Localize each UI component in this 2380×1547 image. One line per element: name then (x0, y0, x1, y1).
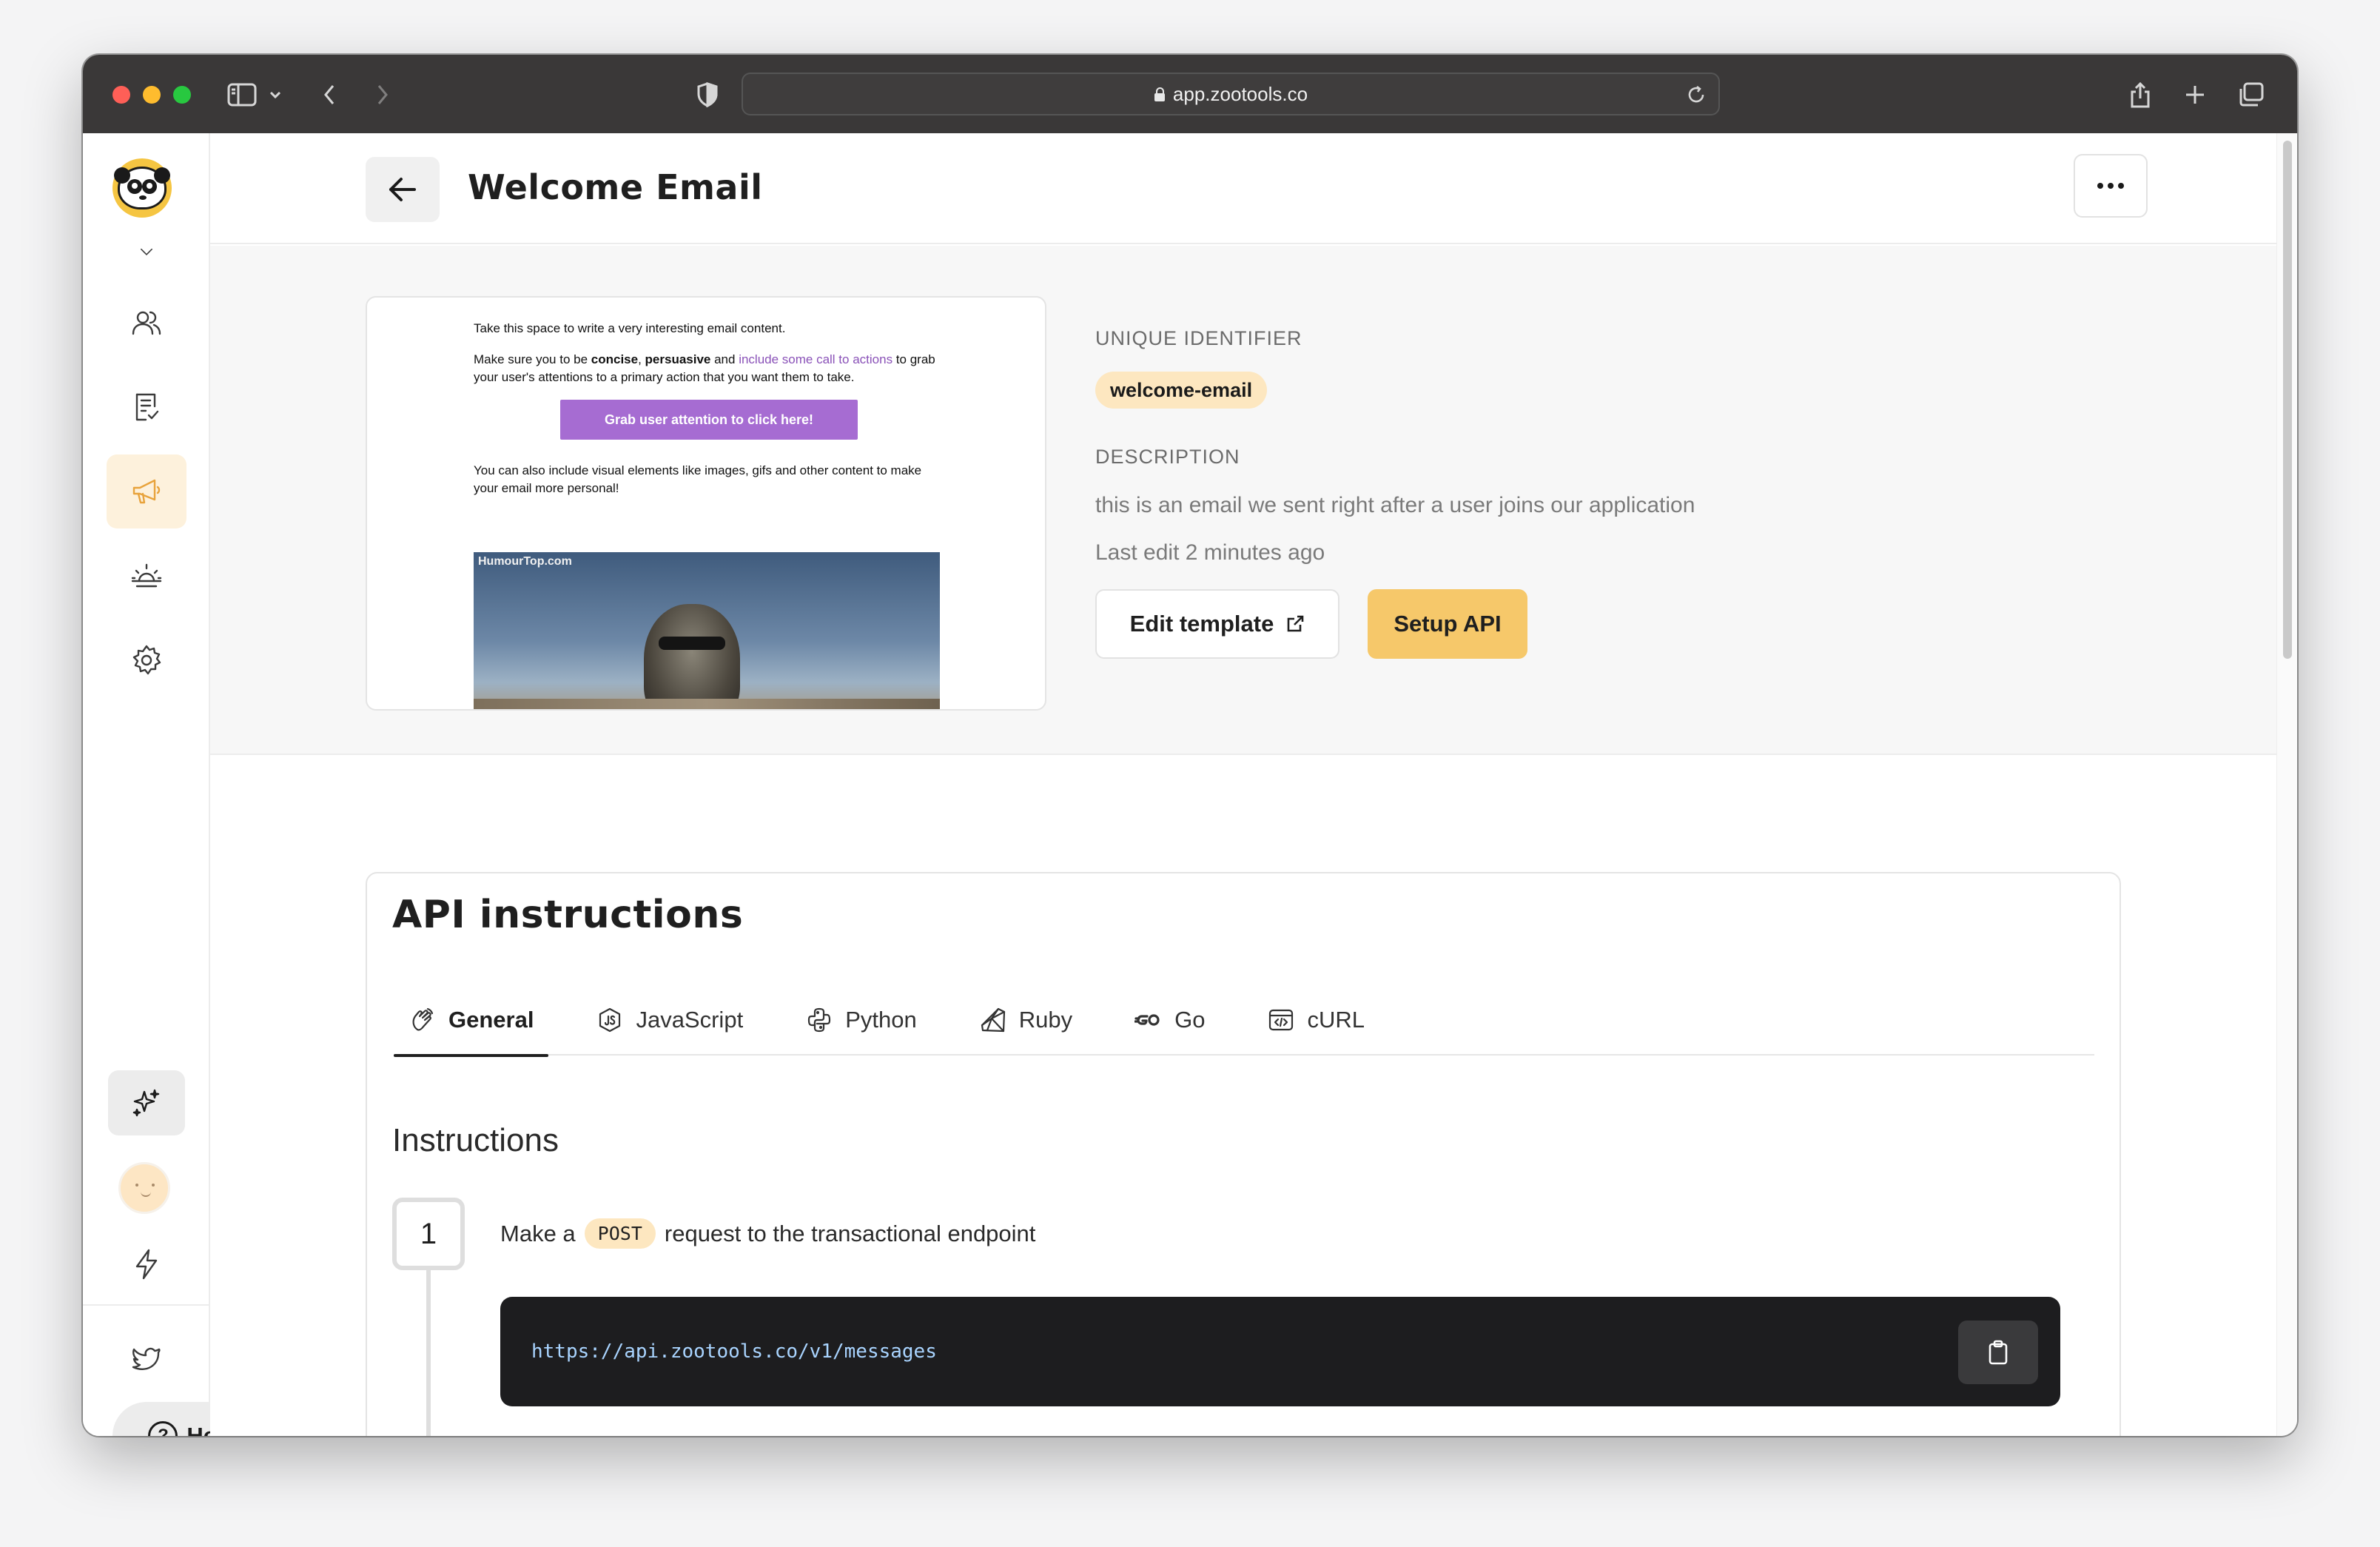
lightning-button[interactable] (107, 1227, 186, 1301)
tab-general-label: General (448, 1007, 534, 1033)
tab-ruby-label: Ruby (1018, 1007, 1073, 1033)
tab-python-label: Python (845, 1007, 917, 1033)
step-number-badge: 1 (392, 1198, 465, 1270)
users-icon (132, 311, 161, 335)
chevron-down-icon[interactable] (266, 77, 284, 113)
sidebar-toggle-icon[interactable] (223, 77, 260, 113)
tab-curl-label: cURL (1307, 1007, 1365, 1033)
gear-icon (132, 645, 161, 675)
step-description: Make a POST request to the transactional… (500, 1218, 1035, 1249)
tab-javascript-label: JavaScript (636, 1007, 744, 1033)
zootools-logo[interactable] (112, 158, 172, 218)
address-bar[interactable]: app.zootools.co (742, 73, 1720, 115)
privacy-shield-icon[interactable] (694, 77, 721, 113)
edit-template-button[interactable]: Edit template (1095, 589, 1339, 659)
preview-dog-image: HumourTop.com (474, 552, 940, 709)
email-preview[interactable]: Take this space to write a very interest… (366, 296, 1046, 711)
sidebar-item-settings[interactable] (107, 623, 186, 697)
help-icon: ? (148, 1421, 178, 1436)
identifier-label: UNIQUE IDENTIFIER (1095, 327, 1302, 349)
javascript-icon (599, 1007, 621, 1033)
tab-ruby[interactable]: Ruby (964, 984, 1087, 1056)
checklist-icon (135, 393, 159, 421)
new-tab-icon[interactable] (2182, 77, 2208, 113)
curl-icon (1269, 1009, 1294, 1031)
api-instructions-card: API instructions General JavaScript Pyth… (366, 872, 2121, 1436)
sidebar-item-campaigns[interactable] (107, 454, 186, 528)
url-text: app.zootools.co (1172, 82, 1308, 105)
scrollbar-thumb[interactable] (2283, 141, 2292, 659)
browser-toolbar: app.zootools.co (83, 55, 2297, 133)
endpoint-code-block: https://api.zootools.co/v1/messages (500, 1297, 2060, 1406)
twitter-icon (132, 1347, 161, 1370)
ai-sparkles-button[interactable] (108, 1070, 185, 1135)
lock-icon (1154, 87, 1166, 101)
arrow-left-icon (389, 178, 416, 201)
setup-api-button[interactable]: Setup API (1368, 589, 1527, 659)
tab-javascript[interactable]: JavaScript (581, 984, 758, 1056)
close-window-button[interactable] (112, 86, 130, 104)
user-avatar[interactable] (118, 1162, 170, 1214)
tab-overview-icon[interactable] (2236, 77, 2266, 113)
python-icon (808, 1007, 831, 1033)
tab-go-label: Go (1174, 1007, 1206, 1033)
page-header: Welcome Email (210, 133, 2276, 244)
tab-go[interactable]: Go (1120, 984, 1220, 1056)
maximize-window-button[interactable] (173, 86, 191, 104)
browser-window: app.zootools.co ? Welcome Email Take thi… (83, 55, 2297, 1436)
lightning-icon (135, 1249, 158, 1280)
ruby-icon (981, 1007, 1005, 1033)
megaphone-icon (132, 479, 161, 504)
sidebar-item-sunrise[interactable] (107, 539, 186, 613)
back-button[interactable] (366, 157, 440, 222)
language-tabs: General JavaScript Python Ruby Go cURL (394, 984, 2094, 1057)
twitter-link[interactable] (107, 1322, 186, 1396)
instructions-heading: Instructions (392, 1122, 559, 1158)
endpoint-url[interactable]: https://api.zootools.co/v1/messages (531, 1340, 937, 1363)
page-title: Welcome Email (468, 167, 763, 207)
copy-endpoint-button[interactable] (1958, 1321, 2038, 1384)
step-connector-line (426, 1270, 431, 1436)
tab-curl[interactable]: cURL (1252, 984, 1379, 1056)
last-edit-text: Last edit 2 minutes ago (1095, 540, 1325, 565)
page-scrollbar[interactable] (2276, 133, 2297, 1436)
sparkles-icon (132, 1089, 160, 1117)
email-overview: Take this space to write a very interest… (210, 246, 2276, 755)
general-icon (412, 1007, 434, 1031)
description-label: DESCRIPTION (1095, 446, 1240, 468)
workspace-chevron-down-icon[interactable] (107, 229, 186, 274)
clipboard-icon (1989, 1340, 2008, 1365)
preview-intro-text: Take this space to write a very interest… (474, 321, 786, 335)
reload-icon[interactable] (1686, 84, 1707, 110)
share-icon[interactable] (2127, 77, 2154, 113)
http-method-badge: POST (584, 1218, 656, 1249)
sidebar-item-users[interactable] (107, 286, 186, 360)
api-instructions-title: API instructions (392, 893, 744, 937)
tab-general[interactable]: General (394, 984, 549, 1057)
image-watermark: HumourTop.com (478, 555, 572, 568)
minimize-window-button[interactable] (143, 86, 161, 104)
preview-guidance-text: Make sure you to be concise, persuasive … (474, 352, 935, 384)
preview-visuals-text: You can also include visual elements lik… (474, 463, 922, 495)
tab-python[interactable]: Python (790, 984, 932, 1056)
back-navigation-icon[interactable] (318, 77, 340, 113)
sidebar-divider (83, 1304, 209, 1306)
description-text: this is an email we sent right after a u… (1095, 493, 1695, 517)
identifier-badge: welcome-email (1095, 372, 1268, 409)
app-sidebar: ? Help (83, 133, 272, 1436)
more-dots-icon (2097, 183, 2103, 189)
main-content: Welcome Email Take this space to write a… (210, 133, 2276, 1436)
forward-navigation-icon[interactable] (372, 77, 394, 113)
edit-template-label: Edit template (1129, 611, 1274, 637)
go-icon (1134, 1014, 1160, 1026)
preview-link: include some call to actions (739, 352, 893, 366)
sidebar-item-forms[interactable] (107, 370, 186, 444)
more-options-button[interactable] (2074, 154, 2148, 218)
sunrise-icon (131, 563, 162, 588)
preview-cta-button: Grab user attention to click here! (560, 400, 858, 440)
external-link-icon (1288, 615, 1304, 632)
